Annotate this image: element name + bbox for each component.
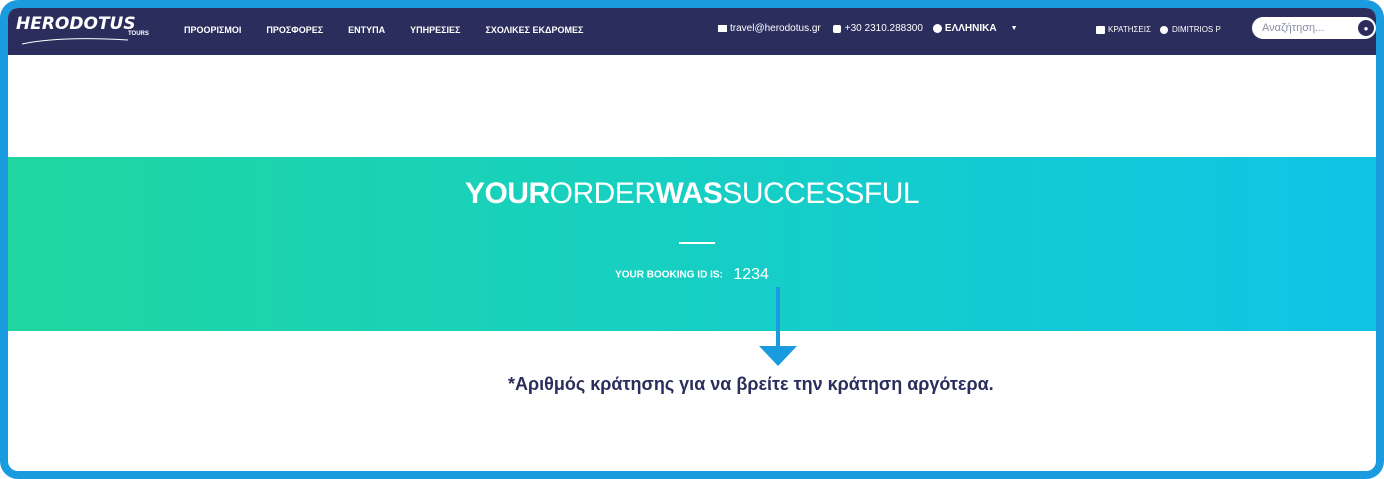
booking-id-label: YOUR BOOKING ID IS: <box>615 269 723 281</box>
search-input[interactable] <box>1262 22 1352 34</box>
nav-item-destinations[interactable]: ΠΡΟΟΡΙΣΜΟΙ <box>184 25 241 35</box>
user-account-link[interactable]: DIMITRIOS P <box>1172 25 1221 34</box>
globe-icon <box>932 24 942 33</box>
contact-info: travel@herodotus.gr +30 2310.288300 ΕΛΛΗ… <box>718 23 1018 34</box>
search-box: ● <box>1252 17 1376 39</box>
contact-email[interactable]: travel@herodotus.gr <box>730 23 821 34</box>
annotation-arrow-down-icon <box>759 346 797 366</box>
phone-icon <box>832 24 841 33</box>
title-was: WAS <box>655 177 723 210</box>
nav-item-offers[interactable]: ΠΡΟΣΦΟΡΕΣ <box>266 25 323 35</box>
main-menu: ΠΡΟΟΡΙΣΜΟΙ ΠΡΟΣΦΟΡΕΣ ΕΝΤΥΠΑ ΥΠΗΡΕΣΙΕΣ ΣΧ… <box>184 25 608 35</box>
mail-icon <box>718 25 727 32</box>
banner-title: YOURORDERWASSUCCESSFUL <box>8 177 1376 211</box>
nav-item-school-trips[interactable]: ΣΧΟΛΙΚΕΣ ΕΚΔΡΟΜΕΣ <box>485 25 583 35</box>
logo-subtext: TOURS <box>128 31 149 37</box>
logo-swoosh-icon <box>21 38 129 45</box>
success-banner: YOURORDERWASSUCCESSFUL YOUR BOOKING ID I… <box>8 157 1376 331</box>
title-order: ORDER <box>549 177 656 210</box>
search-icon[interactable]: ● <box>1358 20 1374 36</box>
calendar-icon <box>1096 25 1105 34</box>
nav-item-services[interactable]: ΥΠΗΡΕΣΙΕΣ <box>410 25 460 35</box>
top-navbar: HERODOTUS TOURS ΠΡΟΟΡΙΣΜΟΙ ΠΡΟΣΦΟΡΕΣ ΕΝΤ… <box>8 8 1376 55</box>
chevron-down-icon[interactable]: ▼ <box>1011 25 1018 32</box>
user-icon <box>1159 25 1168 34</box>
contact-phone[interactable]: +30 2310.288300 <box>845 23 923 34</box>
booking-id-line: YOUR BOOKING ID IS: 1234 <box>8 266 1376 284</box>
title-your: YOUR <box>464 177 550 210</box>
title-divider <box>679 242 715 244</box>
site-logo[interactable]: HERODOTUS TOURS <box>12 12 162 52</box>
annotation-note: *Αριθμός κράτησης για να βρείτε την κράτ… <box>508 374 994 394</box>
browser-frame: HERODOTUS TOURS ΠΡΟΟΡΙΣΜΟΙ ΠΡΟΣΦΟΡΕΣ ΕΝΤ… <box>0 0 1384 479</box>
account-links: ΚΡΑΤΗΣΕΙΣ DIMITRIOS P <box>1096 25 1221 34</box>
language-selector[interactable]: ΕΛΛΗΝΙΚΑ <box>945 23 997 34</box>
annotation-arrow-shaft <box>776 287 780 347</box>
bookings-link[interactable]: ΚΡΑΤΗΣΕΙΣ <box>1108 25 1151 34</box>
booking-id-value: 1234 <box>733 266 769 283</box>
nav-item-brochures[interactable]: ΕΝΤΥΠΑ <box>348 25 385 35</box>
title-successful: SUCCESSFUL <box>722 177 920 210</box>
logo-text: HERODOTUS <box>16 14 136 34</box>
